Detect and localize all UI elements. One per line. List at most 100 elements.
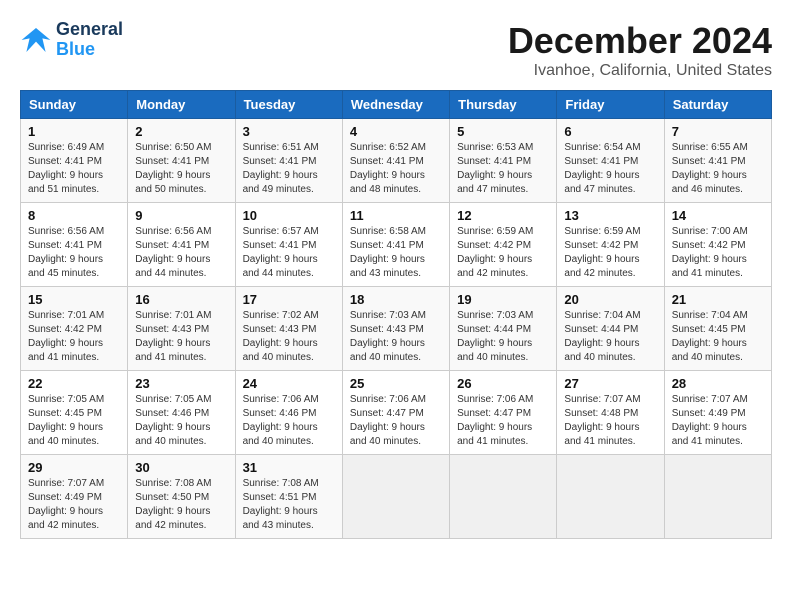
calendar-cell: 13Sunrise: 6:59 AM Sunset: 4:42 PM Dayli… <box>557 203 664 287</box>
day-number: 5 <box>457 124 549 139</box>
day-number: 31 <box>243 460 335 475</box>
day-info: Sunrise: 6:54 AM Sunset: 4:41 PM Dayligh… <box>564 141 656 197</box>
calendar-cell: 22 Sunrise: 7:05 AM Sunset: 4:45 PM Dayli… <box>21 371 128 455</box>
calendar-cell: 24 Sunrise: 7:06 AM Sunset: 4:46 PM Dayli… <box>235 371 342 455</box>
calendar-cell: 28 Sunrise: 7:07 AM Sunset: 4:49 PM Dayli… <box>664 371 771 455</box>
day-info: Sunrise: 6:56 AM Sunset: 4:41 PM Dayligh… <box>135 225 227 281</box>
title-section: December 2024 Ivanhoe, California, Unite… <box>508 20 772 80</box>
day-number: 3 <box>243 124 335 139</box>
calendar-cell: 12 Sunrise: 6:59 AM Sunset: 4:42 PM Dayli… <box>450 203 557 287</box>
calendar-cell: 8Sunrise: 6:56 AM Sunset: 4:41 PM Daylig… <box>21 203 128 287</box>
day-number: 29 <box>28 460 120 475</box>
day-info: Sunrise: 7:03 AM Sunset: 4:43 PM Dayligh… <box>350 309 442 365</box>
day-info: Sunrise: 7:08 AM Sunset: 4:51 PM Dayligh… <box>243 477 335 533</box>
day-number: 15 <box>28 292 120 307</box>
calendar-cell: 10 Sunrise: 6:57 AM Sunset: 4:41 PM Dayli… <box>235 203 342 287</box>
day-info: Sunrise: 7:05 AM Sunset: 4:46 PM Dayligh… <box>135 393 227 449</box>
day-number: 8 <box>28 208 120 223</box>
calendar-cell: 30Sunrise: 7:08 AM Sunset: 4:50 PM Dayli… <box>128 455 235 539</box>
day-info: Sunrise: 6:59 AM Sunset: 4:42 PM Dayligh… <box>457 225 549 281</box>
calendar-week-row: 8 Sunrise: 6:56 AM Sunset: 4:41 PM Daylig… <box>21 203 772 287</box>
day-info: Sunrise: 7:04 AM Sunset: 4:45 PM Dayligh… <box>672 309 764 365</box>
calendar-cell: 27 Sunrise: 7:07 AM Sunset: 4:48 PM Dayli… <box>557 371 664 455</box>
calendar-day-header: Monday <box>128 91 235 119</box>
day-number: 17 <box>243 292 335 307</box>
day-number: 28 <box>672 376 764 391</box>
day-info: Sunrise: 6:58 AM Sunset: 4:41 PM Dayligh… <box>350 225 442 281</box>
calendar-cell: 1Sunrise: 6:49 AM Sunset: 4:41 PM Daylig… <box>21 119 128 203</box>
day-info: Sunrise: 6:53 AM Sunset: 4:41 PM Dayligh… <box>457 141 549 197</box>
logo: General Blue <box>20 20 123 60</box>
day-number: 20 <box>564 292 656 307</box>
calendar-day-header: Saturday <box>664 91 771 119</box>
calendar-cell <box>342 455 449 539</box>
day-info: Sunrise: 7:06 AM Sunset: 4:47 PM Dayligh… <box>350 393 442 449</box>
logo-text: General Blue <box>56 20 123 60</box>
calendar-day-header: Friday <box>557 91 664 119</box>
calendar-cell <box>557 455 664 539</box>
day-number: 27 <box>564 376 656 391</box>
calendar-cell <box>664 455 771 539</box>
day-number: 22 <box>28 376 120 391</box>
day-info: Sunrise: 6:57 AM Sunset: 4:41 PM Dayligh… <box>243 225 335 281</box>
day-info: Sunrise: 7:07 AM Sunset: 4:48 PM Dayligh… <box>564 393 656 449</box>
day-number: 6 <box>564 124 656 139</box>
day-info: Sunrise: 6:49 AM Sunset: 4:41 PM Dayligh… <box>28 141 120 197</box>
day-info: Sunrise: 6:52 AM Sunset: 4:41 PM Dayligh… <box>350 141 442 197</box>
day-info: Sunrise: 7:06 AM Sunset: 4:46 PM Dayligh… <box>243 393 335 449</box>
day-info: Sunrise: 6:51 AM Sunset: 4:41 PM Dayligh… <box>243 141 335 197</box>
calendar-cell: 11Sunrise: 6:58 AM Sunset: 4:41 PM Dayli… <box>342 203 449 287</box>
day-number: 9 <box>135 208 227 223</box>
day-number: 10 <box>243 208 335 223</box>
day-number: 21 <box>672 292 764 307</box>
calendar-cell: 2 Sunrise: 6:50 AM Sunset: 4:41 PM Daylig… <box>128 119 235 203</box>
calendar-week-row: 22 Sunrise: 7:05 AM Sunset: 4:45 PM Dayli… <box>21 371 772 455</box>
calendar-cell: 3 Sunrise: 6:51 AM Sunset: 4:41 PM Daylig… <box>235 119 342 203</box>
calendar-week-row: 15 Sunrise: 7:01 AM Sunset: 4:42 PM Dayli… <box>21 287 772 371</box>
day-number: 23 <box>135 376 227 391</box>
calendar-week-row: 29 Sunrise: 7:07 AM Sunset: 4:49 PM Dayli… <box>21 455 772 539</box>
day-number: 30 <box>135 460 227 475</box>
day-number: 25 <box>350 376 442 391</box>
day-info: Sunrise: 7:07 AM Sunset: 4:49 PM Dayligh… <box>672 393 764 449</box>
calendar-day-header: Sunday <box>21 91 128 119</box>
calendar-cell: 25 Sunrise: 7:06 AM Sunset: 4:47 PM Dayli… <box>342 371 449 455</box>
day-info: Sunrise: 6:50 AM Sunset: 4:41 PM Dayligh… <box>135 141 227 197</box>
day-info: Sunrise: 7:01 AM Sunset: 4:42 PM Dayligh… <box>28 309 120 365</box>
day-info: Sunrise: 7:00 AM Sunset: 4:42 PM Dayligh… <box>672 225 764 281</box>
calendar-day-header: Tuesday <box>235 91 342 119</box>
day-number: 18 <box>350 292 442 307</box>
calendar-day-header: Wednesday <box>342 91 449 119</box>
day-info: Sunrise: 7:07 AM Sunset: 4:49 PM Dayligh… <box>28 477 120 533</box>
day-info: Sunrise: 7:02 AM Sunset: 4:43 PM Dayligh… <box>243 309 335 365</box>
calendar-cell: 26Sunrise: 7:06 AM Sunset: 4:47 PM Dayli… <box>450 371 557 455</box>
calendar-cell: 5 Sunrise: 6:53 AM Sunset: 4:41 PM Daylig… <box>450 119 557 203</box>
calendar-cell: 19Sunrise: 7:03 AM Sunset: 4:44 PM Dayli… <box>450 287 557 371</box>
calendar-week-row: 1Sunrise: 6:49 AM Sunset: 4:41 PM Daylig… <box>21 119 772 203</box>
calendar-cell: 29 Sunrise: 7:07 AM Sunset: 4:49 PM Dayli… <box>21 455 128 539</box>
day-number: 4 <box>350 124 442 139</box>
day-number: 24 <box>243 376 335 391</box>
day-number: 16 <box>135 292 227 307</box>
calendar-cell: 7 Sunrise: 6:55 AM Sunset: 4:41 PM Daylig… <box>664 119 771 203</box>
calendar-cell: 23 Sunrise: 7:05 AM Sunset: 4:46 PM Dayli… <box>128 371 235 455</box>
day-info: Sunrise: 6:55 AM Sunset: 4:41 PM Dayligh… <box>672 141 764 197</box>
page-subtitle: Ivanhoe, California, United States <box>508 62 772 80</box>
calendar-table: SundayMondayTuesdayWednesdayThursdayFrid… <box>20 90 772 539</box>
calendar-cell: 20 Sunrise: 7:04 AM Sunset: 4:44 PM Dayli… <box>557 287 664 371</box>
calendar-cell: 21 Sunrise: 7:04 AM Sunset: 4:45 PM Dayli… <box>664 287 771 371</box>
calendar-cell: 31 Sunrise: 7:08 AM Sunset: 4:51 PM Dayli… <box>235 455 342 539</box>
day-info: Sunrise: 7:04 AM Sunset: 4:44 PM Dayligh… <box>564 309 656 365</box>
day-number: 19 <box>457 292 549 307</box>
day-number: 7 <box>672 124 764 139</box>
day-number: 12 <box>457 208 549 223</box>
day-number: 2 <box>135 124 227 139</box>
day-info: Sunrise: 6:59 AM Sunset: 4:42 PM Dayligh… <box>564 225 656 281</box>
calendar-cell: 16 Sunrise: 7:01 AM Sunset: 4:43 PM Dayli… <box>128 287 235 371</box>
page-header: General Blue December 2024 Ivanhoe, Cali… <box>20 20 772 80</box>
day-number: 14 <box>672 208 764 223</box>
calendar-cell <box>450 455 557 539</box>
day-info: Sunrise: 7:05 AM Sunset: 4:45 PM Dayligh… <box>28 393 120 449</box>
calendar-cell: 18 Sunrise: 7:03 AM Sunset: 4:43 PM Dayli… <box>342 287 449 371</box>
day-info: Sunrise: 7:01 AM Sunset: 4:43 PM Dayligh… <box>135 309 227 365</box>
